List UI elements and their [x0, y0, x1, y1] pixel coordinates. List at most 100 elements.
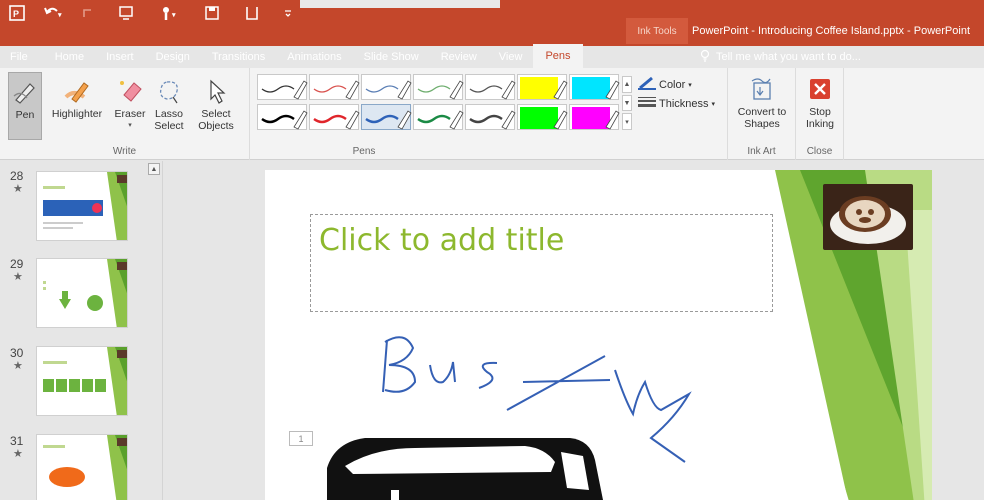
pens-gallery-scroll: ▲ ▼ ▾ — [622, 76, 632, 131]
pen-swatch[interactable] — [361, 74, 412, 100]
convert-to-shapes-button[interactable]: Convert to Shapes — [732, 74, 792, 130]
highlighter-swatch[interactable] — [517, 104, 568, 130]
thumb-number: 29 — [10, 257, 24, 271]
pen-swatch[interactable] — [361, 104, 412, 130]
thumb-number: 31 — [10, 434, 24, 448]
slide-thumbnail-30[interactable] — [36, 346, 128, 416]
slide-thumbnail-pane: ▲ 28 ★ 29 ★ 30 ★ 31 ★ — [0, 161, 163, 500]
pen-swatch[interactable] — [413, 74, 464, 100]
tab-view[interactable]: View — [488, 46, 534, 68]
svg-text:▾: ▾ — [57, 12, 62, 19]
eraser-button[interactable]: Eraser ▾ — [112, 76, 148, 132]
pen-swatch[interactable] — [257, 104, 308, 130]
lightbulb-icon — [700, 49, 710, 66]
save-icon[interactable] — [192, 1, 232, 25]
thumb-number: 28 — [10, 169, 24, 183]
select-objects-label: Select Objects — [198, 108, 234, 132]
redo-icon[interactable] — [72, 1, 104, 25]
color-button[interactable]: Color ▾ — [638, 76, 692, 93]
pen-stroke-icon — [469, 80, 516, 100]
pen-button[interactable]: Pen — [8, 72, 42, 140]
title-bar-overlay-fragment — [300, 0, 500, 8]
tab-review[interactable]: Review — [430, 46, 488, 68]
pen-swatch[interactable] — [257, 74, 308, 100]
tab-home[interactable]: Home — [44, 46, 95, 68]
ribbon: Pen Highlighter Eraser ▾ Lasso Select Se… — [0, 68, 984, 160]
pen-swatch[interactable] — [413, 104, 464, 130]
ink-art-group-label: Ink Art — [747, 146, 776, 157]
slide-thumbnail-28[interactable] — [36, 171, 128, 241]
thickness-dropdown-icon: ▾ — [711, 100, 716, 108]
ink-tools-context-label: Ink Tools — [626, 18, 688, 44]
pen-stroke-icon — [261, 80, 308, 100]
highlighter-icon — [572, 107, 620, 130]
stop-inking-button[interactable]: Stop Inking — [800, 74, 840, 130]
tab-insert[interactable]: Insert — [95, 46, 145, 68]
pen-swatch[interactable] — [465, 104, 516, 130]
ribbon-tabs: File Home Insert Design Transitions Anim… — [0, 44, 583, 68]
document-title: PowerPoint - Introducing Coffee Island.p… — [692, 25, 971, 37]
close-group: Stop Inking Close — [796, 68, 844, 160]
pen-stroke-icon — [365, 110, 412, 130]
start-from-beginning-icon[interactable] — [104, 1, 148, 25]
customize-qat-icon[interactable] — [272, 1, 304, 25]
pen-stroke-icon — [261, 110, 308, 130]
tab-design[interactable]: Design — [145, 46, 201, 68]
convert-to-shapes-icon — [747, 74, 777, 104]
eraser-icon — [115, 76, 145, 106]
lasso-icon — [154, 76, 184, 106]
pen-swatch[interactable] — [309, 104, 360, 130]
highlighter-button[interactable]: Highlighter — [48, 76, 106, 120]
thumb-star-icon: ★ — [13, 360, 23, 372]
svg-text:P: P — [13, 9, 19, 19]
stop-inking-icon — [805, 74, 835, 104]
title-bar: P ▾ ▾ Ink Tools PowerPoint - Introducing… — [0, 0, 984, 46]
gallery-up-icon[interactable]: ▲ — [622, 76, 632, 93]
tell-me-box[interactable]: Tell me what you want to do... — [700, 46, 861, 68]
thickness-button[interactable]: Thickness ▾ — [638, 96, 715, 111]
touch-mouse-mode-icon[interactable]: ▾ — [148, 1, 192, 25]
highlighter-swatch[interactable] — [569, 104, 620, 130]
gallery-more-icon[interactable]: ▾ — [622, 113, 632, 131]
pen-swatch[interactable] — [309, 74, 360, 100]
thumb-star-icon: ★ — [13, 183, 23, 195]
pen-stroke-icon — [313, 80, 360, 100]
pen-label: Pen — [15, 109, 35, 121]
tab-transitions[interactable]: Transitions — [201, 46, 276, 68]
color-dropdown-icon: ▾ — [688, 81, 692, 89]
highlighter-swatch[interactable] — [569, 74, 620, 100]
pen-stroke-icon — [365, 80, 412, 100]
new-slide-icon[interactable] — [232, 1, 272, 25]
quick-access-toolbar: P ▾ ▾ — [0, 0, 304, 26]
thumb-scroll-up-icon[interactable]: ▲ — [148, 163, 160, 175]
pens-gallery — [257, 74, 621, 132]
slide-thumbnail-31[interactable] — [36, 434, 128, 500]
lasso-label: Lasso Select — [154, 108, 184, 132]
slide-canvas[interactable]: Click to add title 1 — [265, 170, 932, 500]
tab-file[interactable]: File — [0, 46, 44, 68]
highlighter-icon — [520, 107, 568, 130]
select-arrow-icon — [201, 76, 231, 106]
thickness-icon — [638, 96, 656, 111]
pen-swatch[interactable] — [465, 74, 516, 100]
thumb-star-icon: ★ — [13, 448, 23, 460]
pen-stroke-icon — [417, 80, 464, 100]
pen-stroke-icon — [313, 110, 360, 130]
ink-color-icon — [638, 76, 656, 93]
pen-stroke-icon — [417, 110, 464, 130]
ink-art-group: Convert to Shapes Ink Art — [728, 68, 796, 160]
tab-slide-show[interactable]: Slide Show — [353, 46, 430, 68]
close-group-label: Close — [806, 146, 833, 157]
eraser-dropdown-icon[interactable]: ▾ — [128, 120, 132, 132]
lasso-select-button[interactable]: Lasso Select — [150, 76, 188, 132]
highlighter-swatch[interactable] — [517, 74, 568, 100]
gallery-down-icon[interactable]: ▼ — [622, 94, 632, 112]
pens-group-label: Pens — [352, 146, 376, 157]
undo-icon[interactable]: ▾ — [36, 1, 72, 25]
color-label: Color — [659, 78, 686, 91]
tab-animations[interactable]: Animations — [276, 46, 352, 68]
tell-me-text: Tell me what you want to do... — [716, 51, 861, 63]
select-objects-button[interactable]: Select Objects — [190, 76, 242, 132]
tab-pens[interactable]: Pens — [533, 44, 583, 68]
slide-thumbnail-29[interactable] — [36, 258, 128, 328]
